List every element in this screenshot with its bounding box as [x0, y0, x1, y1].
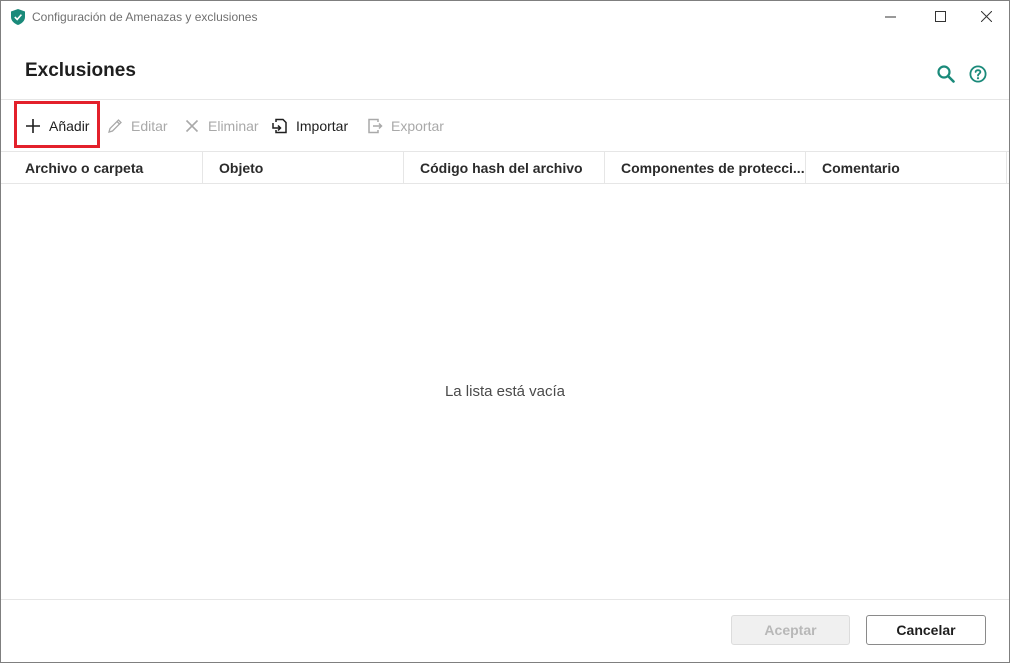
- footer-divider: [1, 599, 1009, 600]
- edit-button[interactable]: Editar: [107, 113, 168, 139]
- maximize-icon: [934, 11, 946, 22]
- column-header-file-or-folder[interactable]: Archivo o carpeta: [1, 152, 203, 183]
- kaspersky-shield-icon: [11, 9, 25, 25]
- page-title: Exclusiones: [25, 60, 136, 81]
- close-icon: [980, 11, 992, 22]
- delete-button[interactable]: Eliminar: [184, 113, 259, 139]
- column-header-protection-components[interactable]: Componentes de protecci...: [605, 152, 806, 183]
- minimize-icon: [884, 16, 896, 18]
- title-bar: Configuración de Amenazas y exclusiones: [1, 1, 1009, 32]
- minimize-button[interactable]: [867, 1, 913, 32]
- table-header: Archivo o carpeta Objeto Código hash del…: [1, 151, 1009, 184]
- export-label: Exportar: [391, 118, 444, 134]
- x-icon: [185, 119, 199, 133]
- import-icon: [272, 118, 287, 134]
- empty-list-message: La lista está vacía: [444, 383, 566, 400]
- column-header-object[interactable]: Objeto: [203, 152, 404, 183]
- accept-button[interactable]: Aceptar: [731, 615, 850, 645]
- close-button[interactable]: [963, 1, 1009, 32]
- search-icon[interactable]: [937, 65, 955, 83]
- column-header-comment[interactable]: Comentario: [806, 152, 1007, 183]
- delete-label: Eliminar: [208, 118, 259, 134]
- column-header-file-hash[interactable]: Código hash del archivo: [404, 152, 605, 183]
- window-title: Configuración de Amenazas y exclusiones: [32, 10, 258, 24]
- pencil-icon: [108, 119, 122, 133]
- import-label: Importar: [296, 118, 349, 134]
- help-icon[interactable]: [969, 65, 987, 83]
- maximize-button[interactable]: [917, 1, 963, 32]
- exclusions-window: Configuración de Amenazas y exclusiones …: [0, 0, 1010, 663]
- export-icon: [368, 118, 383, 134]
- header-divider: [1, 99, 1009, 100]
- cancel-button[interactable]: Cancelar: [866, 615, 986, 645]
- edit-label: Editar: [131, 118, 168, 134]
- export-button[interactable]: Exportar: [367, 113, 444, 139]
- add-button-highlight: [14, 101, 100, 148]
- import-button[interactable]: Importar: [272, 113, 348, 139]
